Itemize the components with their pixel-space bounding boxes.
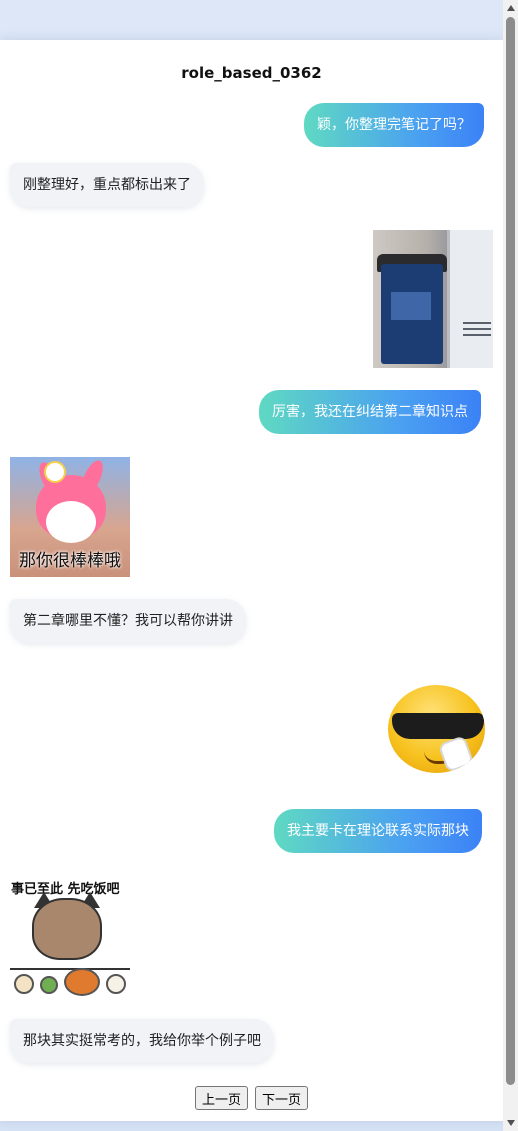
photo-cabinet (447, 230, 493, 368)
photo-vent-line (463, 334, 491, 336)
message-bubble-sent[interactable]: 厉害，我还在纠结第二章知识点 (259, 390, 481, 434)
photo-bin-label (391, 292, 431, 320)
rabbit-face (46, 501, 96, 543)
photo-vent-line (463, 322, 491, 324)
scroll-up-arrow-icon[interactable] (507, 5, 515, 11)
sticker-caption: 事已至此 先吃饭吧 (11, 882, 120, 897)
sunglasses-emoji[interactable] (388, 685, 485, 773)
hotpot-icon (64, 968, 100, 996)
scrollbar-thumb[interactable] (506, 17, 515, 1085)
pink-rabbit-sticker[interactable]: 那你很棒棒哦 (10, 457, 130, 577)
sticker-caption: 那你很棒棒哦 (19, 551, 121, 571)
photo-vent-line (463, 328, 491, 330)
trash-bin-photo[interactable] (373, 230, 493, 368)
sunglasses-icon (392, 713, 484, 739)
message-bubble-received[interactable]: 第二章哪里不懂？我可以帮你讲讲 (10, 599, 246, 643)
chat-panel: role_based_0362 颖，你整理完笔记了吗？ 刚整理好，重点都标出来了… (0, 40, 503, 1121)
prev-page-button[interactable]: 上一页 (194, 1086, 248, 1110)
rabbit-flower-icon (44, 461, 66, 483)
emoji-hand (440, 737, 472, 771)
message-bubble-sent[interactable]: 我主要卡在理论联系实际那块 (274, 809, 482, 853)
cat-eating-sticker[interactable]: 事已至此 先吃饭吧 (10, 876, 132, 998)
table-line (10, 968, 130, 970)
message-bubble-sent[interactable]: 颖，你整理完笔记了吗？ (304, 103, 484, 147)
message-bubble-received[interactable]: 刚整理好，重点都标出来了 (10, 163, 204, 207)
pagination: 上一页 下一页 (0, 1086, 503, 1110)
vertical-scrollbar[interactable] (503, 0, 518, 1131)
scroll-down-arrow-icon[interactable] (507, 1120, 515, 1126)
window-top-band (0, 0, 503, 40)
page-title: role_based_0362 (181, 64, 322, 82)
cat-body (32, 898, 102, 960)
dish-icon (40, 976, 58, 994)
message-bubble-received[interactable]: 那块其实挺常考的，我给你举个例子吧 (10, 1019, 274, 1063)
dish-icon (106, 974, 126, 994)
next-page-button[interactable]: 下一页 (255, 1086, 309, 1110)
dish-icon (14, 974, 34, 994)
